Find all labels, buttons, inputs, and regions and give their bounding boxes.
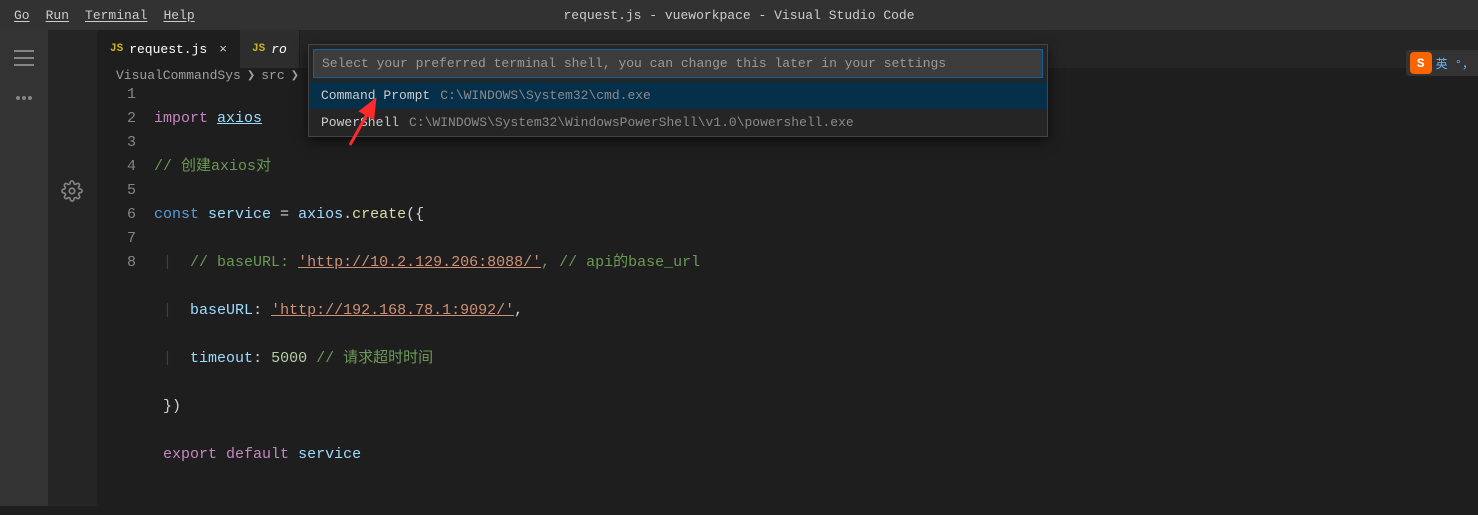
chevron-right-icon: ❯ xyxy=(291,70,299,82)
gear-icon[interactable] xyxy=(61,180,85,204)
menu-run[interactable]: Run xyxy=(38,4,77,27)
sogou-icon: S xyxy=(1410,52,1432,74)
tab-request-js[interactable]: JS request.js × xyxy=(98,30,240,68)
picker-item-cmd[interactable]: Command Prompt C:\WINDOWS\System32\cmd.e… xyxy=(309,82,1047,109)
close-icon[interactable]: × xyxy=(219,42,227,57)
gutter: 1 2 3 4 5 6 7 8 xyxy=(98,83,154,515)
js-icon: JS xyxy=(110,43,123,55)
menu-terminal[interactable]: Terminal xyxy=(77,4,155,27)
open-editors-icon[interactable] xyxy=(0,38,48,78)
ime-indicator[interactable]: S 英 °， xyxy=(1406,50,1478,76)
js-icon: JS xyxy=(252,43,265,55)
window-title: request.js - vueworkpace - Visual Studio… xyxy=(563,8,914,23)
code-content[interactable]: import axios // 创建axios对 const service =… xyxy=(154,83,1478,515)
chevron-right-icon: ❯ xyxy=(247,70,255,82)
quick-pick: Select your preferred terminal shell, yo… xyxy=(308,44,1048,137)
more-icon[interactable] xyxy=(0,78,48,118)
code-editor[interactable]: 1 2 3 4 5 6 7 8 import axios // 创建axios对… xyxy=(98,83,1478,515)
sidebar xyxy=(48,30,98,506)
quick-pick-input[interactable]: Select your preferred terminal shell, yo… xyxy=(313,49,1043,78)
picker-item-powershell[interactable]: PowerShell C:\WINDOWS\System32\WindowsPo… xyxy=(309,109,1047,136)
menubar: Go Run Terminal Help request.js - vuewor… xyxy=(0,0,1478,30)
tab-ro[interactable]: JS ro xyxy=(240,30,300,68)
activitybar xyxy=(0,30,48,506)
menu-go[interactable]: Go xyxy=(6,4,38,27)
menu-help[interactable]: Help xyxy=(155,4,202,27)
